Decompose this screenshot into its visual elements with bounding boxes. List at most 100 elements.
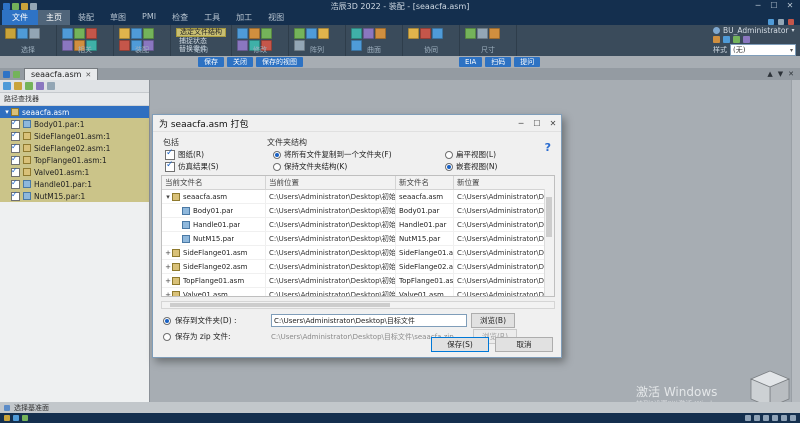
tree-item[interactable]: Body01.par:1 xyxy=(0,118,149,130)
zoom-out-icon[interactable] xyxy=(754,415,760,421)
library-tab-icon[interactable] xyxy=(14,82,22,90)
ribbon-icon[interactable] xyxy=(86,28,97,39)
command-pill[interactable]: 扫码 xyxy=(485,57,511,67)
expander-icon[interactable]: + xyxy=(164,249,172,257)
close-icon[interactable]: ✕ xyxy=(782,0,798,12)
ribbon-icon[interactable] xyxy=(432,28,443,39)
user-account-button[interactable]: BU_Administrator ▾ xyxy=(713,26,796,35)
checkbox-icon[interactable] xyxy=(11,120,20,129)
table-vertical-scrollbar[interactable] xyxy=(544,189,554,296)
expander-icon[interactable]: + xyxy=(164,291,172,298)
view-styles-icon[interactable] xyxy=(790,415,796,421)
checkbox-icon[interactable] xyxy=(11,180,20,189)
tab-PMI[interactable]: PMI xyxy=(134,10,164,25)
include-simulation-checkbox[interactable]: 仿真结果(S) xyxy=(165,161,219,172)
checkbox-icon[interactable] xyxy=(11,156,20,165)
column-header[interactable]: 当前位置 xyxy=(266,176,396,189)
pathfinder-tab-icon[interactable] xyxy=(3,82,11,90)
minimize-icon[interactable]: ─ xyxy=(750,0,766,12)
radio-icon[interactable] xyxy=(273,151,281,159)
mail-icon[interactable] xyxy=(713,36,720,43)
snap-toggle-icon[interactable] xyxy=(13,415,19,421)
expander-icon[interactable]: + xyxy=(164,263,172,271)
scroll-down-icon[interactable]: ▼ xyxy=(778,70,783,78)
ribbon-icon[interactable] xyxy=(62,28,73,39)
ribbon-icon[interactable] xyxy=(375,28,386,39)
tree-item[interactable]: SideFlange02.asm:1 xyxy=(0,142,149,154)
column-header[interactable]: 当前文件名 xyxy=(162,176,266,189)
table-row[interactable]: +SideFlange02.asmC:\Users\Administrator\… xyxy=(162,260,554,274)
scroll-up-icon[interactable]: ▲ xyxy=(767,70,772,78)
grid-toggle-icon[interactable] xyxy=(4,415,10,421)
ribbon-icon[interactable] xyxy=(294,28,305,39)
ribbon-icon[interactable] xyxy=(29,28,40,39)
ribbon-icon[interactable] xyxy=(249,28,260,39)
chevron-down-icon[interactable]: ▾ xyxy=(790,47,793,54)
ribbon-icon[interactable] xyxy=(465,28,476,39)
ribbon-icon[interactable] xyxy=(261,28,272,39)
document-tab-seaacfa[interactable]: seaacfa.asm ✕ xyxy=(24,68,98,80)
zoom-in-icon[interactable] xyxy=(745,415,751,421)
radio-icon[interactable] xyxy=(445,151,453,159)
table-row[interactable]: +TopFlange01.asmC:\Users\Administrator\D… xyxy=(162,274,554,288)
command-pill[interactable]: 保存的视图 xyxy=(256,57,303,67)
ribbon-icon[interactable] xyxy=(131,28,142,39)
save-button[interactable]: 保存(S) xyxy=(431,337,489,352)
command-pill[interactable]: 关闭 xyxy=(227,57,253,67)
nested-view-radio[interactable]: 嵌套视图(N) xyxy=(445,161,497,172)
expander-icon[interactable]: ▾ xyxy=(164,193,172,201)
tree-item[interactable]: SideFlange01.asm:1 xyxy=(0,130,149,142)
ribbon-icon[interactable] xyxy=(5,28,16,39)
dialog-title-bar[interactable]: 为 seaacfa.asm 打包 ─ ☐ ✕ xyxy=(153,115,561,132)
checkbox-icon[interactable] xyxy=(165,150,175,160)
ribbon-button[interactable]: 捕捉状态 xyxy=(176,38,226,45)
ribbon-icon[interactable] xyxy=(477,28,488,39)
radio-icon[interactable] xyxy=(445,163,453,171)
table-row[interactable]: +Valve01.asmC:\Users\Administrator\Deskt… xyxy=(162,288,554,297)
ribbon-icon[interactable] xyxy=(318,28,329,39)
tree-item[interactable]: ▾seaacfa.asm xyxy=(0,106,149,118)
expander-icon[interactable]: ▾ xyxy=(3,108,11,116)
layers-tab-icon[interactable] xyxy=(25,82,33,90)
gear-icon[interactable] xyxy=(743,36,750,43)
sensors-tab-icon[interactable] xyxy=(36,82,44,90)
checkbox-icon[interactable] xyxy=(165,162,175,172)
dialog-maximize-icon[interactable]: ☐ xyxy=(529,116,545,131)
flat-view-radio[interactable]: 扁平视图(L) xyxy=(445,149,496,160)
table-row[interactable]: ▾seaacfa.asmC:\Users\Administrator\Deskt… xyxy=(162,190,554,204)
column-header[interactable]: 新位置 xyxy=(454,176,546,189)
ribbon-icon[interactable] xyxy=(17,28,28,39)
tab-草图[interactable]: 草图 xyxy=(102,10,134,25)
ribbon-icon[interactable] xyxy=(408,28,419,39)
table-row[interactable]: Body01.parC:\Users\Administrator\Desktop… xyxy=(162,204,554,218)
ribbon-icon[interactable] xyxy=(143,28,154,39)
save-folder-path-input[interactable] xyxy=(271,314,467,327)
ribbon-icon[interactable] xyxy=(420,28,431,39)
tab-加工[interactable]: 加工 xyxy=(228,10,260,25)
file-tab[interactable]: 文件 xyxy=(2,10,38,25)
command-pill[interactable]: EIA xyxy=(459,57,482,67)
tab-视图[interactable]: 视图 xyxy=(260,10,292,25)
chevron-down-icon[interactable]: ▾ xyxy=(792,27,795,34)
home-view-icon[interactable] xyxy=(3,71,10,78)
tree-item[interactable]: Valve01.asm:1 xyxy=(0,166,149,178)
command-pill[interactable]: 提问 xyxy=(514,57,540,67)
scrollbar-thumb[interactable] xyxy=(546,197,552,237)
ribbon-icon[interactable] xyxy=(351,28,362,39)
column-header[interactable]: 新文件名 xyxy=(396,176,454,189)
ribbon-icon[interactable] xyxy=(74,28,85,39)
browse-folder-button[interactable]: 浏览(B) xyxy=(471,313,515,328)
tree-item[interactable]: TopFlange01.asm:1 xyxy=(0,154,149,166)
table-row[interactable]: +SideFlange01.asmC:\Users\Administrator\… xyxy=(162,246,554,260)
new-document-icon[interactable] xyxy=(13,71,20,78)
command-pill[interactable]: 保存 xyxy=(198,57,224,67)
dialog-close-icon[interactable]: ✕ xyxy=(545,116,561,131)
keep-folder-structure-radio[interactable]: 保持文件夹结构(K) xyxy=(273,161,347,172)
canvas-scrollbar[interactable] xyxy=(791,80,800,402)
table-row[interactable]: Handle01.parC:\Users\Administrator\Deskt… xyxy=(162,218,554,232)
radio-icon[interactable] xyxy=(273,163,281,171)
close-tab-icon[interactable]: ✕ xyxy=(85,71,91,79)
tab-检查[interactable]: 检查 xyxy=(164,10,196,25)
save-as-zip-radio[interactable] xyxy=(163,333,171,341)
scrollbar-thumb[interactable] xyxy=(170,303,390,307)
